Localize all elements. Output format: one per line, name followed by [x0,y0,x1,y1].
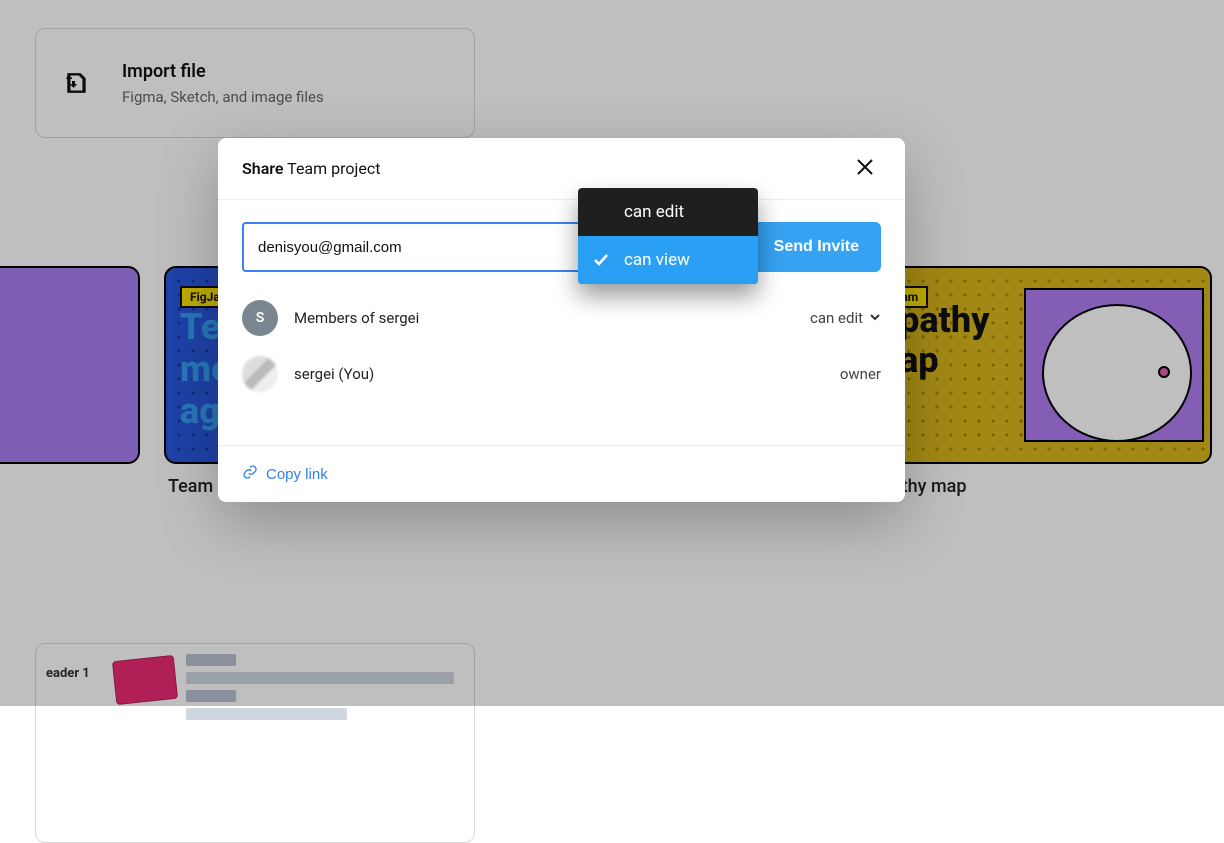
copy-link-label: Copy link [266,466,328,483]
modal-header: Share Team project [218,138,905,200]
close-icon [856,158,874,179]
close-button[interactable] [849,153,881,185]
share-modal: Share Team project Send Invite S Members… [218,138,905,502]
permission-option-label: can view [624,250,690,270]
permission-option-can-edit[interactable]: can edit [578,188,758,236]
member-role-label: can edit [810,309,863,327]
modal-footer: Copy link [218,445,905,502]
member-row-you: sergei (You) owner [242,356,881,392]
chevron-down-icon [869,309,881,327]
modal-title-prefix: Share [242,159,284,178]
modal-title: Share Team project [242,159,380,178]
modal-body: Send Invite S Members of sergei can edit… [218,200,905,402]
member-name: Members of sergei [294,309,794,327]
member-role-dropdown[interactable]: can edit [810,309,881,327]
link-icon [242,464,258,484]
avatar [242,356,278,392]
members-list: S Members of sergei can edit sergei (You… [242,300,881,392]
permission-option-label: can edit [624,202,684,222]
avatar: S [242,300,278,336]
modal-project-name: Team project [287,159,380,178]
copy-link-button[interactable]: Copy link [242,464,328,484]
permission-option-can-view[interactable]: can view [578,236,758,284]
permission-dropdown: can edit can view [578,188,758,284]
invite-row: Send Invite [242,222,881,272]
member-role-label: owner [840,365,881,383]
member-name: sergei (You) [294,365,824,383]
member-row-team: S Members of sergei can edit [242,300,881,336]
send-invite-button[interactable]: Send Invite [752,222,881,272]
check-icon [590,252,612,268]
